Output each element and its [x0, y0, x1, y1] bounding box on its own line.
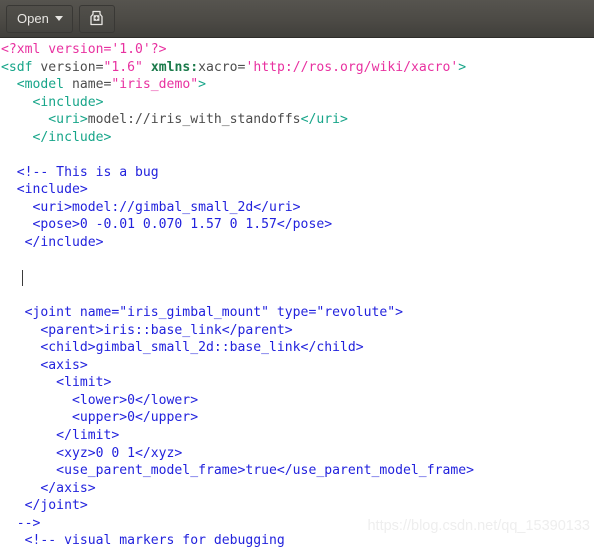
code-token: <include>: [1, 94, 104, 110]
code-line: <limit>: [0, 374, 594, 392]
save-button[interactable]: [78, 4, 115, 33]
code-token: <uri>: [1, 112, 88, 128]
code-editor-area[interactable]: <?xml version='1.0'?> <sdf version="1.6" …: [0, 38, 594, 551]
code-line: <upper>0</upper>: [0, 409, 594, 427]
code-token: xacro=: [198, 59, 246, 75]
code-token: >: [458, 59, 467, 75]
code-line: <uri>model://gimbal_small_2d</uri>: [0, 199, 594, 217]
code-token: </include>: [1, 235, 104, 251]
chevron-down-icon: [54, 16, 63, 21]
code-token: <child>gimbal_small_2d::base_link</child…: [1, 340, 364, 356]
code-line: </include>: [0, 129, 594, 147]
code-token: 'http://ros.org/wiki/xacro': [245, 59, 459, 75]
code-token: <pose>0 -0.01 0.070 1.57 0 1.57</pose>: [1, 217, 333, 233]
code-token: "iris_demo": [111, 77, 199, 93]
code-token: <?xml version='1.0'?>: [1, 42, 167, 57]
code-token: <xyz>0 0 1</xyz>: [1, 445, 183, 461]
code-token: <sdf: [1, 59, 41, 75]
code-line: ​: [0, 269, 594, 287]
code-line: </joint>: [0, 497, 594, 515]
code-line: ​: [0, 146, 594, 164]
code-line: <sdf version="1.6" xmlns:xacro='http://r…: [0, 59, 594, 77]
code-token: <limit>: [1, 375, 112, 391]
code-token: xmlns:: [150, 59, 199, 75]
code-line: </limit>: [0, 427, 594, 445]
code-line: <uri>model://iris_with_standoffs</uri>: [0, 111, 594, 129]
code-token: <upper>0</upper>: [1, 410, 199, 426]
code-token: <include>: [1, 182, 88, 198]
code-token: <model: [1, 77, 72, 93]
code-token: <uri>model://gimbal_small_2d</uri>: [1, 199, 301, 215]
code-token: </include>: [1, 129, 112, 145]
code-token: <parent>iris::base_link</parent>: [1, 322, 293, 338]
code-token: >: [198, 77, 206, 93]
watermark: https://blog.csdn.net/qq_15390133: [367, 518, 590, 534]
code-token: <!-- visual markers for debugging: [1, 533, 285, 549]
code-line: <child>gimbal_small_2d::base_link</child…: [0, 339, 594, 357]
code-line: <include>: [0, 94, 594, 112]
code-text[interactable]: <?xml version='1.0'?> <sdf version="1.6" …: [0, 38, 594, 551]
code-token: version=: [40, 59, 104, 75]
code-token: -->: [1, 515, 41, 531]
code-line: <?xml version='1.0'?>: [0, 41, 594, 59]
open-button-label: Open: [17, 11, 49, 26]
code-line: <!-- This is a bug: [0, 164, 594, 182]
code-token: </uri>: [300, 112, 348, 128]
code-line: <joint name="iris_gimbal_mount" type="re…: [0, 304, 594, 322]
code-token: </limit>: [1, 428, 120, 444]
toolbar: Open: [0, 0, 594, 38]
code-token: <use_parent_model_frame>true</use_parent…: [1, 463, 474, 479]
text-cursor: [22, 270, 23, 287]
code-line: <include>: [0, 181, 594, 199]
code-token: model://iris_with_standoffs: [87, 112, 301, 128]
code-token: name=: [71, 77, 112, 93]
code-line: <xyz>0 0 1</xyz>: [0, 445, 594, 463]
code-line: <lower>0</lower>: [0, 392, 594, 410]
code-line: ​: [0, 287, 594, 305]
code-line: <use_parent_model_frame>true</use_parent…: [0, 462, 594, 480]
code-token: "1.6": [103, 59, 143, 75]
code-token: <lower>0</lower>: [1, 392, 199, 408]
code-line: ​: [0, 252, 594, 270]
code-line: <axis>: [0, 357, 594, 375]
code-line: <!-- visual markers for debugging: [0, 532, 594, 550]
code-line: <parent>iris::base_link</parent>: [0, 322, 594, 340]
code-line: </axis>: [0, 480, 594, 498]
code-line: <model name="iris_demo">: [0, 76, 594, 94]
code-token: <joint name="iris_gimbal_mount" type="re…: [1, 305, 404, 321]
code-token: </axis>: [1, 480, 96, 496]
code-line: </include>: [0, 234, 594, 252]
code-token: </joint>: [1, 498, 88, 514]
code-line: <pose>0 -0.01 0.070 1.57 0 1.57</pose>: [0, 216, 594, 234]
code-token: <!-- This is a bug: [1, 164, 159, 180]
save-disk-plus-icon: [90, 10, 103, 26]
open-button[interactable]: Open: [6, 4, 73, 33]
code-token: <axis>: [1, 357, 88, 373]
